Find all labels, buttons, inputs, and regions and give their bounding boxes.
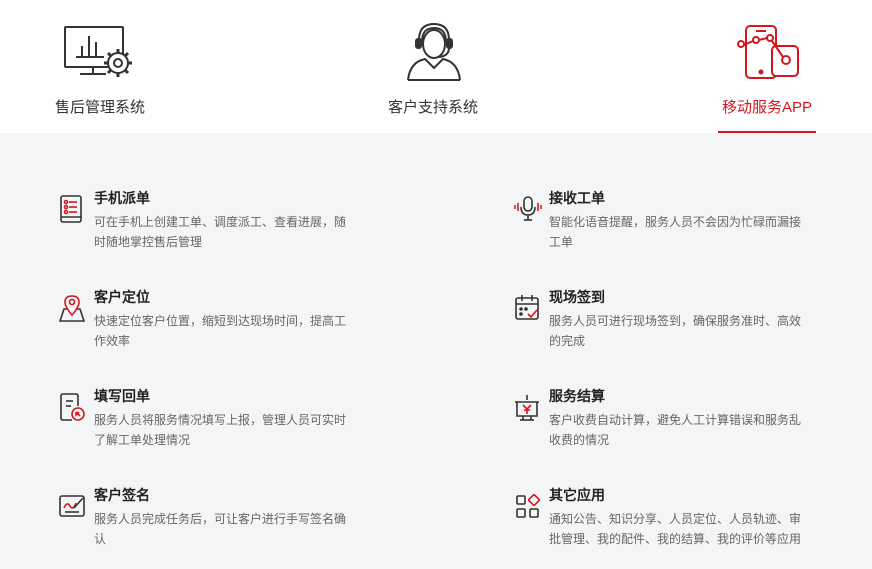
feature-description: 快速定位客户位置，缩短到达现场时间，提高工作效率 [94,314,347,348]
feature-description: 服务人员将服务情况填写上报，管理人员可实时了解工单处理情况 [94,413,347,447]
feature-description: 客户收费自动计算，避免人工计算错误和服务乱收费的情况 [549,413,802,447]
headset-agent-icon [405,22,463,87]
calendar-check-icon [513,293,541,327]
feature-description: 服务人员可进行现场签到，确保服务准时、高效的完成 [549,314,802,348]
mobile-app-icon [736,24,800,85]
feature-panel: 手机派单 可在手机上创建工单、调度派工、查看进展，随时随地掌控售后管理 接收工单… [0,133,872,569]
feature-title: 服务结算 [549,388,605,404]
yen-settlement-icon [513,392,541,426]
feature-description: 可在手机上创建工单、调度派工、查看进展，随时随地掌控售后管理 [94,215,347,249]
feature-description: 服务人员完成任务后，可让客户进行手写签名确认 [94,512,347,546]
phone-list-icon [58,194,86,228]
map-pin-icon [58,293,86,327]
form-edit-icon [58,392,86,426]
monitor-gear-icon [62,24,134,85]
tab-after-sales[interactable]: 售后管理系统 [40,0,170,133]
apps-grid-icon [513,491,541,525]
signature-icon [58,491,86,525]
microphone-voice-icon [513,194,542,228]
feature-description: 通知公告、知识分享、人员定位、人员轨迹、审批管理、我的配件、我的结算、我的评价等… [549,512,802,546]
tab-mobile-app[interactable]: 移动服务APP [718,0,816,133]
feature-title: 客户签名 [94,487,150,503]
tab-label: 客户支持系统 [388,99,479,116]
feature-title: 其它应用 [549,487,605,503]
product-tabs: 售后管理系统 客户支持系统 移动服务APP [0,0,872,133]
feature-title: 手机派单 [94,190,150,206]
feature-description: 智能化语音提醒，服务人员不会因为忙碌而漏接工单 [549,215,802,249]
tab-label: 售后管理系统 [55,99,146,116]
feature-title: 现场签到 [549,289,605,305]
tab-customer-support[interactable]: 客户支持系统 [375,0,500,133]
feature-title: 接收工单 [549,190,605,206]
tab-label: 移动服务APP [722,99,813,116]
feature-title: 填写回单 [94,388,150,404]
feature-title: 客户定位 [94,289,150,305]
